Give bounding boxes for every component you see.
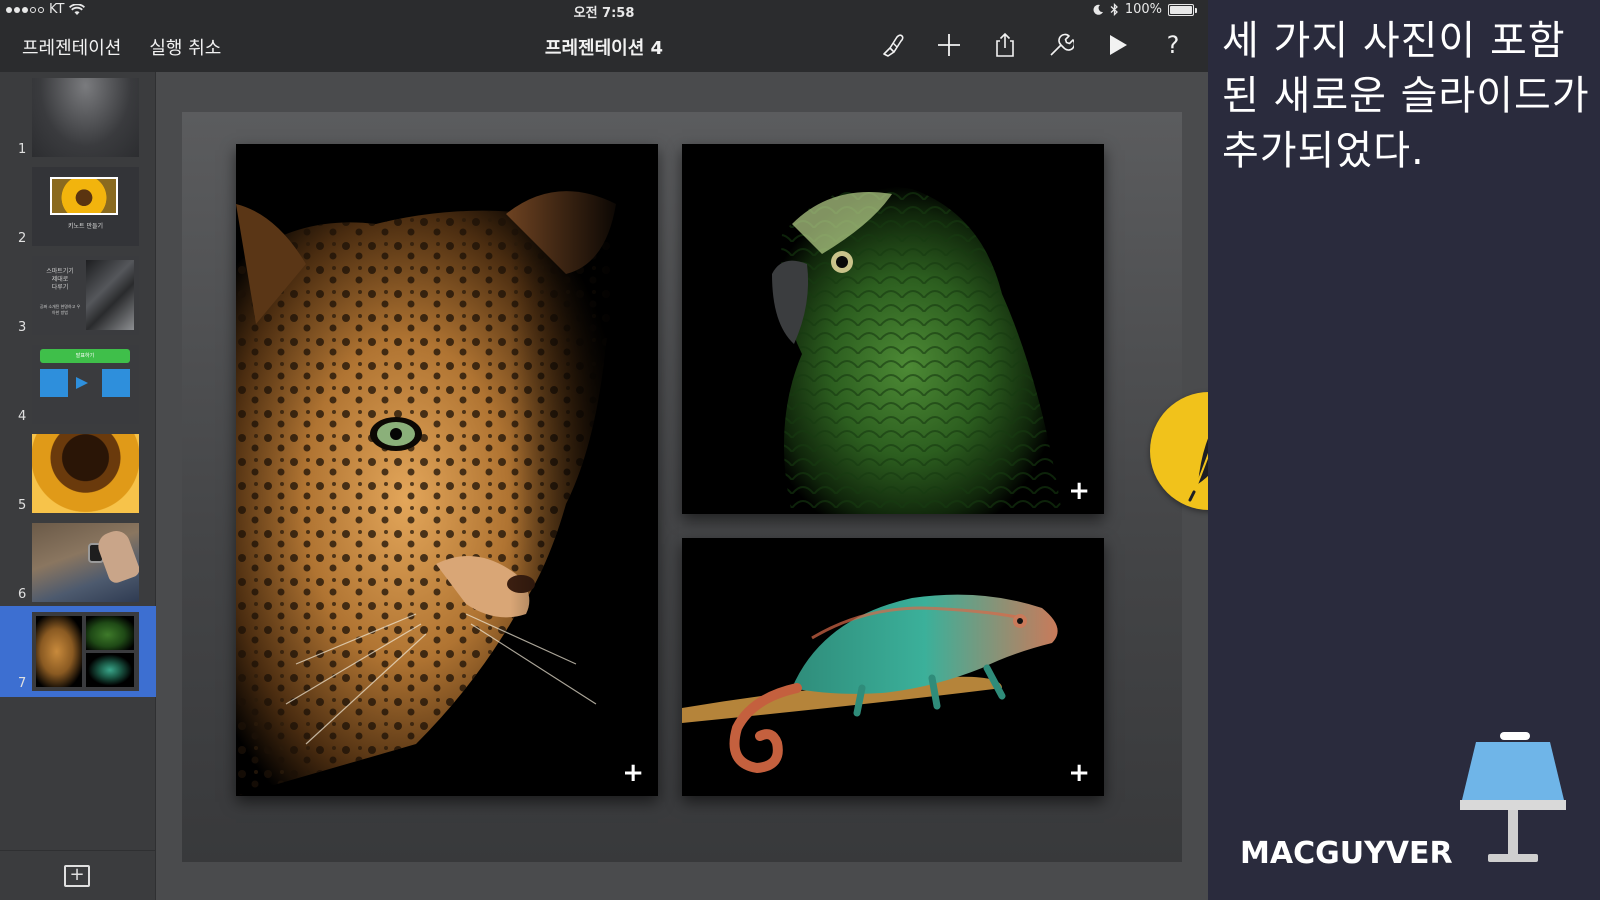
thumbnail-image: 스마트기기 제대로 다루기 공짜 소개된 현명하고 우아한 방법 <box>32 256 139 335</box>
toolbar: 프레젠테이션 실행 취소 프레젠테이션 4 ? <box>0 20 1208 72</box>
slide-number: 7 <box>18 676 27 691</box>
thumbnail-image: 발표하기 <box>32 345 139 424</box>
slide-thumbnail-1[interactable]: 1 <box>0 72 156 163</box>
screen: KT 오전 7:58 100% 프레젠테이션 실행 취소 프레젠테이션 4 ? … <box>0 0 1600 900</box>
caption-text: 세 가지 사진이 포함 된 새로운 슬라이드가 추가되었다. <box>1222 14 1594 179</box>
photo-leopard[interactable]: + <box>236 144 658 796</box>
info-panel: 세 가지 사진이 포함 된 새로운 슬라이드가 추가되었다. MACGUYVER <box>1208 0 1600 900</box>
caption-line: 추가되었다. <box>1222 128 1425 174</box>
keynote-icon <box>1460 732 1566 862</box>
caption-line: 된 새로운 슬라이드가 <box>1222 73 1590 119</box>
diagram-box-right <box>102 369 130 397</box>
ipad-screen: KT 오전 7:58 100% 프레젠테이션 실행 취소 프레젠테이션 4 ? … <box>0 0 1208 900</box>
slide-thumbnail-2[interactable]: 키노트 만들기 2 <box>0 161 156 252</box>
document-title[interactable]: 프레젠테이션 4 <box>545 38 663 59</box>
slide-thumbnail-4[interactable]: 발표하기 4 <box>0 339 156 430</box>
slide-subtitle: 공짜 소개된 현명하고 우아한 방법 <box>39 304 81 315</box>
play-icon <box>1110 35 1127 55</box>
slide-canvas: + + + <box>156 72 1208 900</box>
battery-percent: 100% <box>1124 2 1162 17</box>
tools-button[interactable] <box>1046 30 1076 60</box>
slide-title-line: 제대로 <box>51 276 69 283</box>
slide-number: 1 <box>18 142 27 157</box>
help-button[interactable]: ? <box>1158 30 1188 60</box>
slide-number: 5 <box>18 498 27 513</box>
slide-thumbnail-5[interactable]: 5 <box>0 428 156 519</box>
thumbnail-image <box>32 78 139 157</box>
slide-title-line: 다루기 <box>51 284 69 291</box>
status-bar: KT 오전 7:58 100% <box>0 0 1208 21</box>
photo-parrot[interactable]: + <box>682 144 1104 514</box>
bluetooth-icon <box>1110 3 1118 16</box>
parrot-mini <box>86 616 134 650</box>
slide-navigator: 1 키노트 만들기 2 스마트기기 제대로 다루기 공짜 소개된 현명하고 우아… <box>0 72 156 900</box>
leopard-mini <box>36 616 82 687</box>
slide-thumbnail-7[interactable]: 7 <box>0 606 156 697</box>
paintbrush-icon <box>883 34 904 57</box>
clock: 오전 7:58 <box>573 6 635 21</box>
sidebar-footer: + <box>0 850 156 900</box>
battery-icon <box>1168 3 1197 16</box>
add-media-icon[interactable]: + <box>622 760 644 786</box>
moon-icon <box>1093 4 1103 15</box>
brand-name: MACGUYVER <box>1240 836 1453 871</box>
current-slide[interactable]: + + + <box>182 112 1182 862</box>
thumbnail-image: 키노트 만들기 <box>32 167 139 246</box>
share-button[interactable] <box>990 30 1020 60</box>
add-icon <box>938 34 960 56</box>
chameleon-image <box>682 538 1104 796</box>
photo-chameleon[interactable]: + <box>682 538 1104 796</box>
thumbnail-image <box>32 523 139 602</box>
diagram-box-left <box>40 369 68 397</box>
slide-number: 2 <box>18 231 27 246</box>
sunflower-photo <box>50 177 118 215</box>
add-slide-icon: + <box>69 864 85 885</box>
slide-thumbnail-6[interactable]: 6 <box>0 517 156 608</box>
format-button[interactable] <box>878 30 908 60</box>
thumbnail-image <box>32 612 139 691</box>
insert-button[interactable] <box>934 30 964 60</box>
add-media-icon[interactable]: + <box>1068 478 1090 504</box>
add-slide-button[interactable]: + <box>64 865 90 887</box>
share-icon <box>996 32 1014 57</box>
help-icon: ? <box>1166 31 1180 59</box>
status-indicators: 100% <box>1092 2 1197 17</box>
slide-banner: 발표하기 <box>40 349 130 363</box>
thumbnail-image <box>32 434 139 513</box>
keyboard-photo <box>86 260 134 330</box>
slide-number: 6 <box>18 587 27 602</box>
slide-thumbnail-3[interactable]: 스마트기기 제대로 다루기 공짜 소개된 현명하고 우아한 방법 3 <box>0 250 156 341</box>
play-button[interactable] <box>1102 30 1132 60</box>
parrot-image <box>682 144 1104 514</box>
chameleon-mini <box>86 653 134 687</box>
add-media-icon[interactable]: + <box>1068 760 1090 786</box>
caption-line: 세 가지 사진이 포함 <box>1222 18 1566 64</box>
slide-caption: 키노트 만들기 <box>67 223 104 230</box>
arrow-right-icon <box>76 377 88 389</box>
wrench-icon <box>1050 33 1074 56</box>
leopard-image <box>236 144 658 796</box>
undo-button[interactable]: 실행 취소 <box>149 34 221 60</box>
slide-title-line: 스마트기기 <box>46 268 74 275</box>
slide-number: 3 <box>18 320 27 335</box>
hand-shape <box>94 527 139 585</box>
presentations-button[interactable]: 프레젠테이션 <box>22 34 121 60</box>
slide-number: 4 <box>18 409 27 424</box>
